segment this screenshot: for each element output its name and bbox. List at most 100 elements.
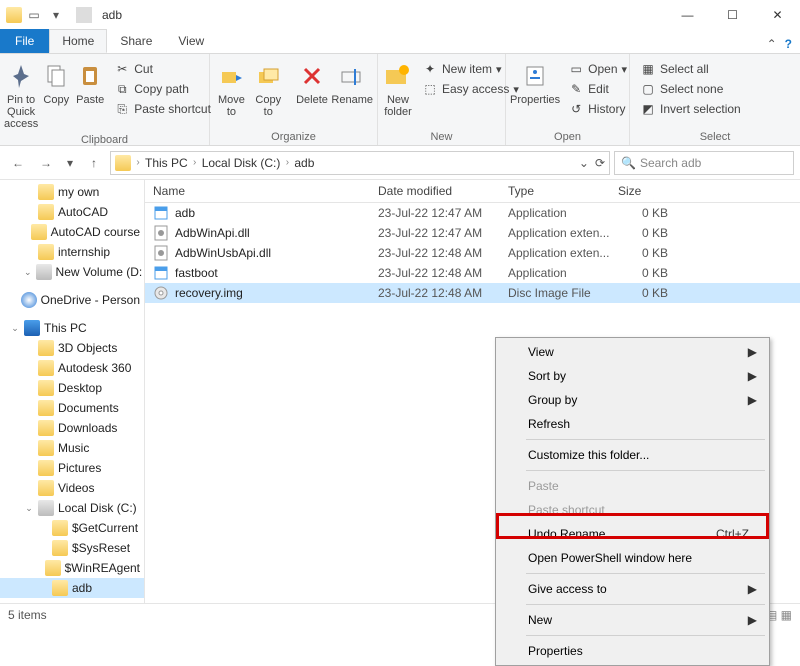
- select-all-button[interactable]: ▦Select all: [638, 60, 743, 78]
- tree-item[interactable]: Desktop: [0, 378, 144, 398]
- file-date: 23-Jul-22 12:48 AM: [378, 246, 508, 260]
- qat-new-folder-icon[interactable]: ▾: [48, 7, 64, 23]
- ctx-give-access-to[interactable]: Give access to▶: [498, 577, 767, 601]
- col-date[interactable]: Date modified: [378, 184, 508, 198]
- file-row[interactable]: AdbWinApi.dll23-Jul-22 12:47 AMApplicati…: [145, 223, 800, 243]
- ctx-sort-by[interactable]: Sort by▶: [498, 364, 767, 388]
- ctx-undo-rename[interactable]: Undo RenameCtrl+Z: [498, 522, 767, 546]
- ctx-new[interactable]: New▶: [498, 608, 767, 632]
- nav-recent-button[interactable]: ▾: [62, 151, 78, 175]
- select-all-icon: ▦: [640, 61, 656, 77]
- tree-item[interactable]: Music: [0, 438, 144, 458]
- move-to-button[interactable]: Move to: [214, 58, 249, 120]
- nav-up-button[interactable]: ↑: [82, 151, 106, 175]
- copy-to-button[interactable]: Copy to: [251, 58, 286, 120]
- file-type: Application exten...: [508, 246, 618, 260]
- tree-item[interactable]: OneDrive - Person: [0, 290, 144, 310]
- col-type[interactable]: Type: [508, 184, 618, 198]
- tree-item[interactable]: Downloads: [0, 418, 144, 438]
- ctx-refresh[interactable]: Refresh: [498, 412, 767, 436]
- breadcrumb-1[interactable]: This PC: [145, 156, 188, 170]
- file-row[interactable]: fastboot23-Jul-22 12:48 AMApplication0 K…: [145, 263, 800, 283]
- rename-button[interactable]: Rename: [331, 58, 373, 108]
- tab-home[interactable]: Home: [49, 29, 107, 53]
- tree-item[interactable]: Videos: [0, 478, 144, 498]
- new-folder-button[interactable]: New folder: [382, 58, 414, 120]
- open-icon: ▭: [568, 61, 584, 77]
- paste-shortcut-button[interactable]: ⎘Paste shortcut: [112, 100, 213, 118]
- minimize-button[interactable]: —: [665, 0, 710, 30]
- address-row: ← → ▾ ↑ › This PC› Local Disk (C:)› adb …: [0, 146, 800, 180]
- nav-back-button[interactable]: ←: [6, 151, 30, 175]
- tree-item[interactable]: $WinREAgent: [0, 558, 144, 578]
- open-button[interactable]: ▭Open ▾: [566, 60, 629, 78]
- refresh-button[interactable]: ⟳: [595, 156, 605, 170]
- col-name[interactable]: Name: [153, 184, 378, 198]
- ctx-view[interactable]: View▶: [498, 340, 767, 364]
- copy-icon: [40, 60, 72, 92]
- tree-item[interactable]: adb: [0, 578, 144, 598]
- invert-selection-button[interactable]: ◩Invert selection: [638, 100, 743, 118]
- tree-item[interactable]: Pictures: [0, 458, 144, 478]
- tree-item[interactable]: 3D Objects: [0, 338, 144, 358]
- tab-file[interactable]: File: [0, 29, 49, 53]
- copy-to-icon: [252, 60, 284, 92]
- col-size[interactable]: Size: [618, 184, 678, 198]
- cut-button[interactable]: ✂Cut: [112, 60, 213, 78]
- tree-item[interactable]: Autodesk 360: [0, 358, 144, 378]
- pin-to-quick-access-button[interactable]: Pin to Quick access: [4, 58, 38, 132]
- qat-properties-icon[interactable]: ▭: [26, 7, 42, 23]
- tree-item-label: Pictures: [58, 461, 101, 475]
- properties-button[interactable]: Properties: [510, 58, 560, 108]
- delete-button[interactable]: Delete: [295, 58, 330, 108]
- tab-view[interactable]: View: [165, 29, 217, 53]
- folder-icon: [38, 440, 54, 456]
- address-dropdown-icon[interactable]: ⌄: [579, 156, 589, 170]
- copy-button[interactable]: Copy: [40, 58, 72, 108]
- help-icon[interactable]: ?: [785, 37, 792, 51]
- ctx-properties[interactable]: Properties: [498, 639, 767, 663]
- paste-button[interactable]: Paste: [74, 58, 106, 108]
- paste-shortcut-icon: ⎘: [114, 101, 130, 117]
- breadcrumb-3[interactable]: adb: [294, 156, 314, 170]
- ribbon-collapse-icon[interactable]: ⌃: [767, 37, 777, 51]
- close-button[interactable]: ✕: [755, 0, 800, 30]
- tree-item-label: 3D Objects: [58, 341, 117, 355]
- tree-item[interactable]: internship: [0, 242, 144, 262]
- tab-share[interactable]: Share: [107, 29, 165, 53]
- copy-path-icon: ⧉: [114, 81, 130, 97]
- navigation-pane[interactable]: my ownAutoCADAutoCAD courseinternship⌄Ne…: [0, 180, 145, 603]
- folder-icon: [38, 360, 54, 376]
- tree-item-label: New Volume (D:: [56, 265, 143, 279]
- tree-item[interactable]: AutoCAD: [0, 202, 144, 222]
- file-row[interactable]: adb23-Jul-22 12:47 AMApplication0 KB: [145, 203, 800, 223]
- tree-item[interactable]: Documents: [0, 398, 144, 418]
- file-row[interactable]: recovery.img23-Jul-22 12:48 AMDisc Image…: [145, 283, 800, 303]
- maximize-button[interactable]: ☐: [710, 0, 755, 30]
- tree-item[interactable]: ⌄Local Disk (C:): [0, 498, 144, 518]
- tree-item[interactable]: AutoCAD course: [0, 222, 144, 242]
- address-bar[interactable]: › This PC› Local Disk (C:)› adb ⌄⟳: [110, 151, 610, 175]
- tree-item[interactable]: my own: [0, 182, 144, 202]
- tree-item[interactable]: ⌄New Volume (D:: [0, 262, 144, 282]
- nav-forward-button[interactable]: →: [34, 151, 58, 175]
- column-headers[interactable]: Name Date modified Type Size: [145, 180, 800, 203]
- tree-item-label: This PC: [44, 321, 87, 335]
- copy-path-button[interactable]: ⧉Copy path: [112, 80, 213, 98]
- ctx-group-by[interactable]: Group by▶: [498, 388, 767, 412]
- file-row[interactable]: AdbWinUsbApi.dll23-Jul-22 12:48 AMApplic…: [145, 243, 800, 263]
- window-title: adb: [102, 8, 122, 22]
- edit-button[interactable]: ✎Edit: [566, 80, 629, 98]
- history-button[interactable]: ↺History: [566, 100, 629, 118]
- ctx-open-powershell[interactable]: Open PowerShell window here: [498, 546, 767, 570]
- app-icon: [153, 205, 169, 221]
- tree-item[interactable]: ⌄This PC: [0, 318, 144, 338]
- tree-item[interactable]: $SysReset: [0, 538, 144, 558]
- select-none-button[interactable]: ▢Select none: [638, 80, 743, 98]
- ctx-customize-folder[interactable]: Customize this folder...: [498, 443, 767, 467]
- search-input[interactable]: 🔍 Search adb: [614, 151, 794, 175]
- tree-item[interactable]: $GetCurrent: [0, 518, 144, 538]
- folder-icon: [38, 380, 54, 396]
- file-type: Application: [508, 206, 618, 220]
- breadcrumb-2[interactable]: Local Disk (C:): [202, 156, 281, 170]
